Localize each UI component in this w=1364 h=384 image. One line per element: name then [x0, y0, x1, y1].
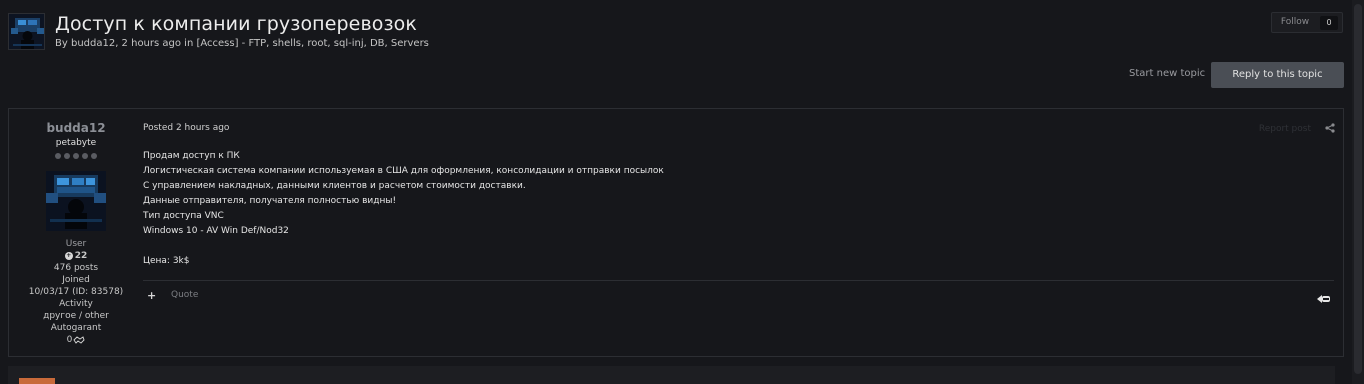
- post-line: [143, 239, 664, 254]
- rank-pip: [55, 153, 61, 159]
- follow-count: 0: [1320, 16, 1338, 30]
- rank-pip: [91, 153, 97, 159]
- post: budda12 petabyte User + 22 476 posts Joi…: [8, 108, 1344, 357]
- author-activity-label: Activity: [59, 299, 93, 309]
- rank-pip: [73, 153, 79, 159]
- post-line: Данные отправителя, получателя полностью…: [143, 196, 397, 206]
- scrollbar-thumb[interactable]: [1354, 4, 1362, 374]
- author-activity-value: другое / other: [43, 311, 109, 321]
- post-line: Логистическая система компании используе…: [143, 166, 664, 176]
- page-scrollbar[interactable]: [1352, 0, 1364, 384]
- rank-pip: [82, 153, 88, 159]
- rank-pip: [64, 153, 70, 159]
- post-author-panel: budda12 petabyte User + 22 476 posts Joi…: [9, 109, 143, 356]
- author-title: petabyte: [55, 138, 97, 148]
- post-line: Windows 10 - AV Win Def/Nod32: [143, 226, 289, 236]
- topic-title: Доступ к компании грузоперевозок: [55, 13, 417, 35]
- author-name[interactable]: budda12: [9, 121, 143, 135]
- follow-button[interactable]: Follow 0: [1271, 12, 1343, 33]
- follow-label: Follow: [1280, 17, 1310, 27]
- reply-arrow-icon[interactable]: [1317, 289, 1331, 303]
- author-group: User: [65, 239, 87, 249]
- post-date[interactable]: Posted 2 hours ago: [143, 123, 229, 133]
- topic-meta: By budda12, 2 hours ago in [Access] - FT…: [55, 38, 429, 49]
- post-line: Тип доступа VNC: [143, 211, 224, 221]
- post-content: Продам доступ к ПК Логистическая система…: [143, 149, 664, 269]
- forum-link[interactable]: [Access] - FTP, shells, root, sql-inj, D…: [196, 38, 428, 49]
- author-avatar[interactable]: [46, 171, 106, 231]
- author-joined-value: 10/03/17 (ID: 83578): [28, 287, 124, 297]
- next-post-preview: [8, 366, 1335, 384]
- reply-to-topic-button[interactable]: Reply to this topic: [1211, 62, 1344, 88]
- post-line: С управлением накладных, данными клиенто…: [143, 181, 526, 191]
- topic-header: Доступ к компании грузоперевозок By budd…: [8, 13, 1348, 53]
- post-divider: [143, 280, 1334, 281]
- by-label: By: [55, 38, 71, 49]
- topic-author-avatar[interactable]: [8, 13, 45, 50]
- quote-button[interactable]: Quote: [171, 290, 198, 300]
- post-line: Продам доступ к ПК: [143, 151, 240, 161]
- topic-author-link[interactable]: budda12: [71, 38, 115, 49]
- topic-age: , 2 hours ago in: [115, 38, 197, 49]
- author-autogarant-label: Autogarant: [50, 323, 102, 333]
- multiquote-button[interactable]: +: [147, 289, 156, 302]
- rank-pips: [55, 153, 97, 159]
- start-new-topic-link[interactable]: Start new topic: [1129, 68, 1205, 79]
- author-posts: 476 posts: [53, 263, 99, 273]
- handshake-icon: [73, 335, 85, 344]
- post-line: Цена: 3k$: [143, 256, 190, 266]
- next-post-avatar[interactable]: [19, 378, 55, 384]
- reputation-icon: +: [64, 251, 73, 260]
- share-icon[interactable]: [1325, 123, 1335, 133]
- autogarant-value: 0: [66, 335, 73, 345]
- post-body: Posted 2 hours ago Report post Продам до…: [143, 109, 1343, 356]
- author-autogarant: 0: [9, 335, 143, 345]
- reputation-value: 22: [74, 251, 88, 261]
- author-reputation[interactable]: +22: [9, 251, 143, 261]
- author-joined-label: Joined: [62, 275, 90, 285]
- report-post-link[interactable]: Report post: [1259, 124, 1311, 134]
